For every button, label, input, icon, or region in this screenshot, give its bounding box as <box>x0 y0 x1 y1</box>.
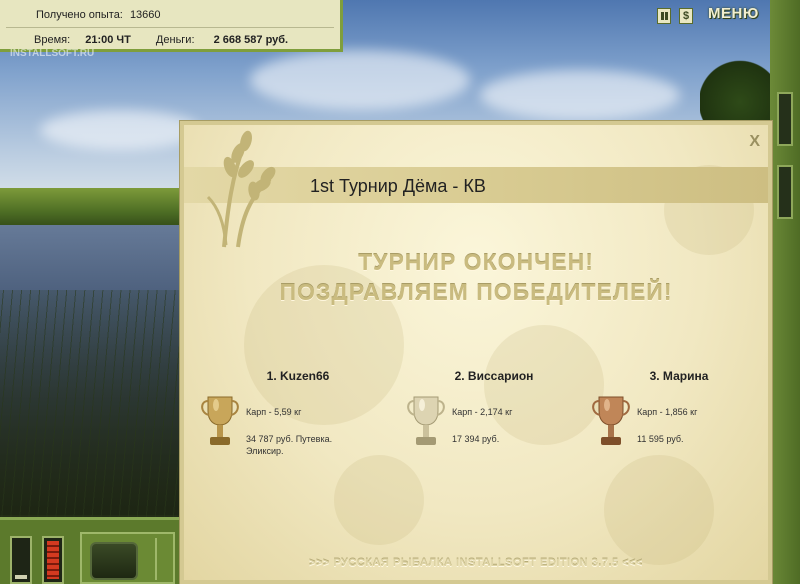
gold-cup-icon <box>201 396 239 445</box>
time-value: 21:00 ЧТ <box>85 34 131 46</box>
winner-prize: 34 787 руб. Путевка. Эликсир. <box>246 434 333 456</box>
winner-catch: Карп - 5,59 кг <box>246 407 302 417</box>
bronze-cup-icon <box>592 396 630 445</box>
tournament-title: 1st Турнир Дёма - КВ <box>310 176 486 196</box>
experience-label: Получено опыта: <box>36 9 123 21</box>
winner-catch: Карп - 2,174 кг <box>452 407 513 417</box>
slot-divider <box>155 538 157 580</box>
game-version-footer: >>> РУССКАЯ РЫБАЛКА INSTALLSOFT EDITION … <box>309 557 643 569</box>
tackle-box-icon <box>90 542 138 580</box>
tackle-slot[interactable] <box>80 532 175 584</box>
winner-catch: Карп - 1,856 кг <box>637 407 698 417</box>
right-panel-slot[interactable] <box>777 165 793 219</box>
close-button[interactable]: X <box>749 133 760 151</box>
time-money-row: Время: 21:00 ЧТ Деньги: 2 668 587 руб. <box>34 34 288 46</box>
winner-prize: 17 394 руб. <box>452 434 500 444</box>
money-label: Деньги: <box>155 34 195 46</box>
shop-button[interactable]: $ <box>679 8 693 24</box>
tournament-results-dialog: X 1st Турнир Дёма - КВ ТУРНИР ОКОНЧЕН! П… <box>180 121 772 584</box>
bottom-panel <box>0 517 182 584</box>
gauge-fill <box>47 541 59 579</box>
watermark: INSTALLSOFT.RU <box>10 48 95 59</box>
right-panel-frame <box>770 0 800 584</box>
headline-finished: ТУРНИР ОКОНЧЕН! <box>358 249 594 275</box>
winner-name: 1. Kuzen66 <box>266 369 330 383</box>
decor-blob <box>604 455 714 565</box>
energy-gauge <box>42 536 64 584</box>
gauge-fill <box>15 574 27 579</box>
reeds <box>0 290 185 520</box>
winner-prize: 11 595 руб. <box>637 434 684 444</box>
wheat-emblem-icon <box>206 130 276 248</box>
decor-blob <box>484 325 604 445</box>
hud-divider <box>6 27 334 28</box>
experience-row: Получено опыта: 13660 <box>36 9 161 21</box>
menu-button[interactable]: МЕНЮ <box>708 5 759 22</box>
cloud <box>250 50 470 110</box>
tree <box>700 60 780 130</box>
cloud <box>480 70 680 120</box>
pause-button[interactable] <box>657 8 671 24</box>
right-panel-slot[interactable] <box>777 92 793 146</box>
silver-cup-icon <box>407 396 445 445</box>
decor-blob <box>334 455 424 545</box>
experience-value: 13660 <box>129 9 161 21</box>
status-hud: Получено опыта: 13660 Время: 21:00 ЧТ Де… <box>0 0 343 52</box>
money-value: 2 668 587 руб. <box>213 34 289 46</box>
headline-congrats: ПОЗДРАВЛЯЕМ ПОБЕДИТЕЛЕЙ! <box>279 279 673 305</box>
line-tension-gauge <box>10 536 32 584</box>
cloud <box>40 110 200 150</box>
winner-name: 2. Виссарион <box>454 369 534 383</box>
time-label: Время: <box>34 34 71 46</box>
winner-name: 3. Марина <box>649 369 709 383</box>
